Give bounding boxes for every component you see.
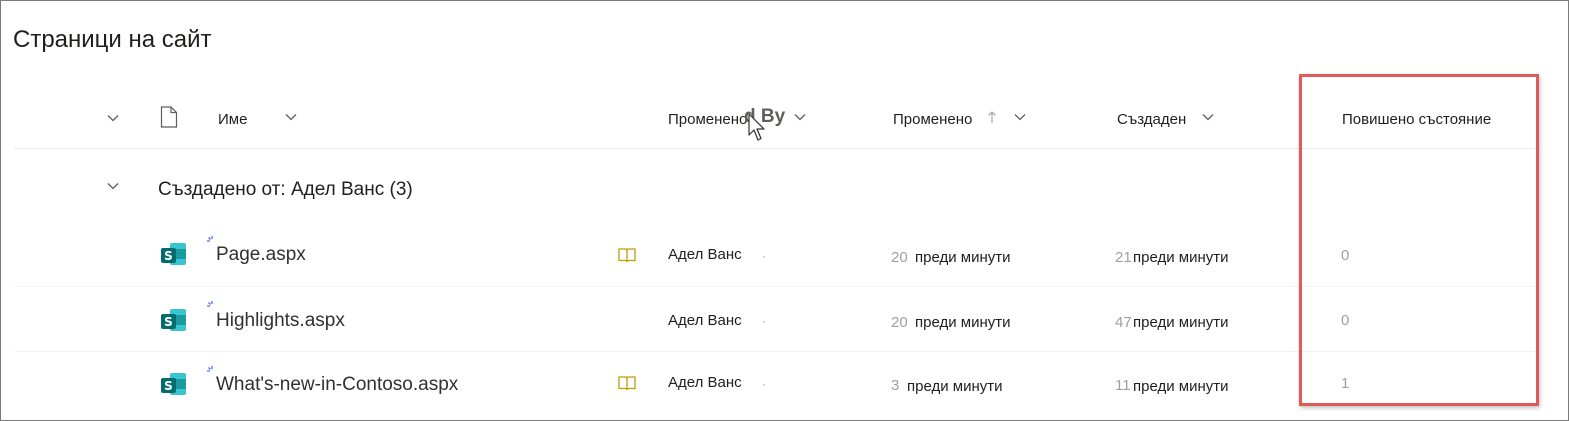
file-name-link[interactable]: What's-new-in-Contoso.aspx [216, 374, 458, 396]
created-column-chevron-down-icon[interactable] [1201, 110, 1215, 124]
group-header-label[interactable]: Създадено от: Адел Ванс (3) [158, 179, 413, 201]
open-book-icon[interactable] [617, 374, 637, 392]
file-name-link[interactable]: Highlights.aspx [216, 310, 345, 332]
open-book-icon[interactable] [617, 246, 637, 264]
created-number: 47 [1115, 314, 1132, 331]
modified-by-column-chevron-down-icon[interactable] [793, 110, 807, 124]
created-relative-time: преди минути [1133, 378, 1229, 395]
modified-number: 3 [891, 377, 900, 394]
created-number: 21 [1115, 249, 1132, 266]
created-number: 11 [1115, 377, 1131, 394]
svg-text:S: S [164, 379, 173, 393]
created-relative-time: преди минути [1133, 314, 1229, 331]
modified-column-chevron-down-icon[interactable] [1013, 110, 1027, 124]
name-column-chevron-down-icon[interactable] [284, 110, 298, 124]
modified-by-person[interactable]: Адел Ванс [668, 312, 742, 329]
modified-number: 20 [891, 249, 908, 266]
presence-dot [763, 256, 765, 258]
file-name-link[interactable]: Page.aspx [216, 244, 306, 266]
collapse-all-chevron-icon[interactable] [106, 111, 120, 125]
mouse-cursor-icon [748, 113, 768, 143]
sharepoint-page-icon: S [160, 307, 188, 335]
modified-relative-time: преди минути [907, 378, 1003, 395]
group-collapse-chevron-icon[interactable] [106, 179, 120, 193]
page-title: Страници на сайт [13, 26, 212, 53]
column-header-created[interactable]: Създаден [1117, 111, 1186, 128]
modified-relative-time: преди минути [915, 314, 1011, 331]
column-header-name[interactable]: Име [218, 111, 247, 128]
modified-by-person[interactable]: Адел Ванс [668, 374, 742, 391]
sharepoint-page-icon: S [160, 241, 188, 269]
svg-text:S: S [164, 315, 173, 329]
presence-dot [763, 384, 765, 386]
created-relative-time: преди минути [1133, 249, 1229, 266]
modified-relative-time: преди минути [915, 249, 1011, 266]
column-header-modified[interactable]: Променено [893, 111, 972, 128]
column-header-modified-by[interactable]: Променено [668, 111, 747, 128]
presence-dot [763, 321, 765, 323]
sort-ascending-arrow-icon [987, 110, 997, 124]
modified-number: 20 [891, 314, 908, 331]
svg-text:S: S [164, 249, 173, 263]
sharepoint-page-icon: S [160, 371, 188, 399]
promoted-state-highlight-box [1299, 74, 1539, 406]
modified-by-person[interactable]: Адел Ванс [668, 246, 742, 263]
file-type-header-icon[interactable] [160, 106, 178, 128]
